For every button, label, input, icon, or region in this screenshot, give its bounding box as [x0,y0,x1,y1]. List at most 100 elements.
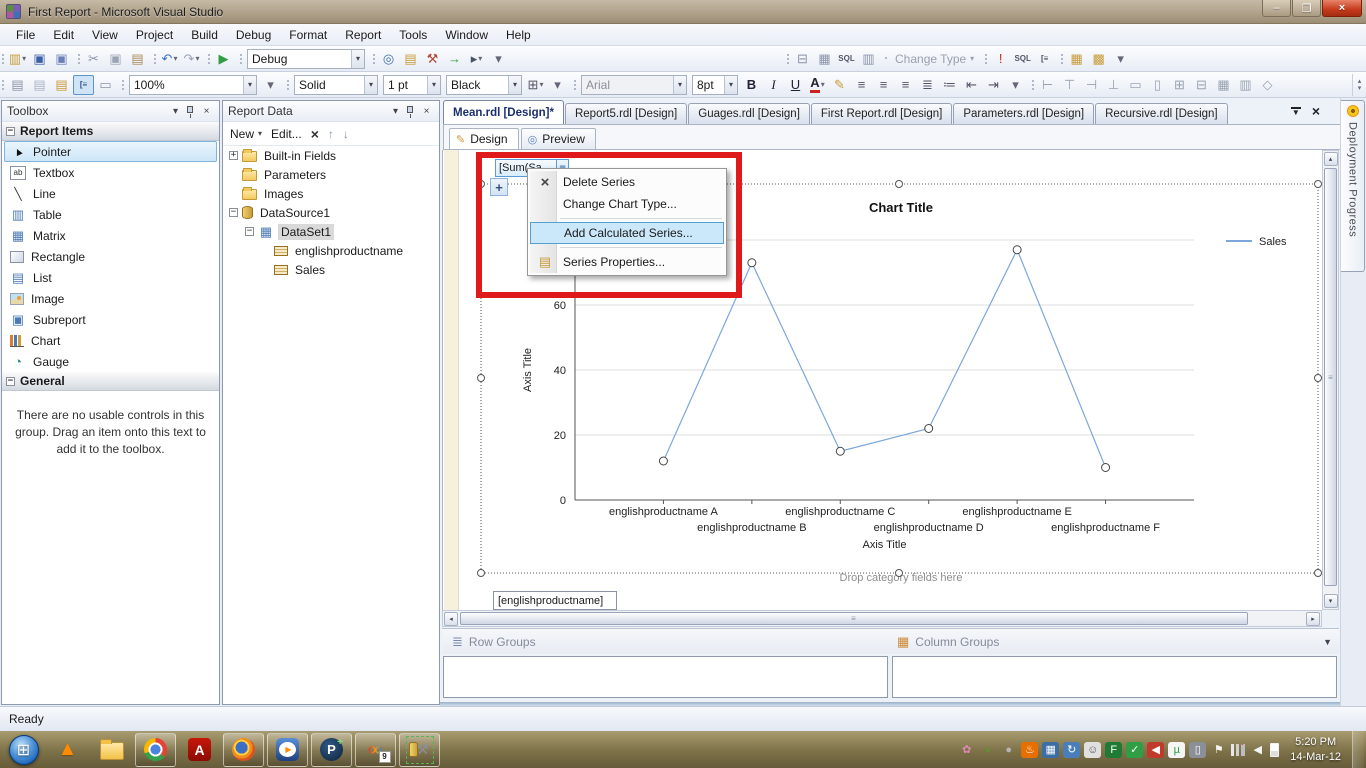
results-pane-icon[interactable]: ▥ [858,49,879,69]
align-bottoms-icon[interactable]: ▯ [1147,75,1168,95]
align-left-icon[interactable]: ≡ [851,75,872,95]
fa-tray-icon[interactable]: F [1105,742,1122,758]
underline-icon[interactable]: U [785,75,806,95]
close-panel-icon[interactable]: × [419,106,434,117]
media-player-taskbar-item[interactable] [267,733,308,767]
pidgin-tray-icon[interactable]: ✿ [958,742,975,758]
align-centers-icon[interactable]: ⊤ [1059,75,1080,95]
horizontal-scrollbar[interactable]: ◂ ≡ ▸ [442,610,1322,627]
category-field-chip[interactable]: [englishproductname] [493,591,617,610]
delete-icon[interactable]: × [311,126,319,142]
toolbox-item-table[interactable]: Table [4,204,217,225]
decrease-indent-icon[interactable]: ⇤ [961,75,982,95]
undo-icon[interactable]: ↶ [159,49,180,69]
vertical-scroll-thumb[interactable]: ≡ [1324,168,1337,586]
move-up-icon[interactable]: ↑ [328,127,334,141]
debug-target-combo-arrow[interactable]: ▾ [351,50,364,68]
firefox-taskbar-item[interactable] [223,733,264,767]
scroll-right-icon[interactable]: ▸ [1306,612,1320,626]
horizontal-spacing-icon[interactable]: ▥ [1235,75,1256,95]
redo-icon[interactable]: ↷ [181,49,202,69]
toolbox-group-report-items[interactable]: − Report Items [2,122,219,141]
grouping-toggle-icon[interactable]: [≡ [73,75,94,95]
align-center-icon[interactable]: ≡ [873,75,894,95]
usb-tray-icon[interactable]: ▯ [1189,742,1206,758]
menu-build[interactable]: Build [183,26,226,44]
border-style-combo[interactable]: Solid▾ [294,75,378,95]
toolbox-group-general[interactable]: − General [2,372,219,391]
collapse-icon[interactable]: − [6,377,15,386]
report-design-surface[interactable]: 020406080englishproductname Aenglishprod… [442,150,1322,610]
report-doc-icon[interactable]: ▤ [7,75,28,95]
move-down-icon[interactable]: ↓ [343,127,349,141]
tab-design[interactable]: ✎ Design [449,128,519,149]
toolbar-overflow-icon[interactable]: ▾ [547,75,568,95]
explorer-taskbar-item[interactable] [91,733,132,767]
menu-view[interactable]: View [84,26,126,44]
context-menu-item[interactable]: Add Calculated Series... [530,222,724,244]
toolbox-item-image[interactable]: Image [4,288,217,309]
property-pages-icon[interactable]: ▤ [51,75,72,95]
document-tab[interactable]: Guages.rdl [Design] [688,103,810,124]
borders-icon[interactable]: ⊞ [525,75,546,95]
column-groups-area[interactable] [892,656,1337,698]
pin-icon[interactable] [407,106,413,113]
border-width-combo-arrow[interactable]: ▾ [427,76,440,94]
tree-item-images[interactable]: Images [223,184,439,203]
row-groups-area[interactable] [443,656,888,698]
new-item-icon[interactable]: ▥ [7,49,28,69]
context-menu-item[interactable]: Change Chart Type... [529,193,725,215]
powerproducer-taskbar-item[interactable] [311,733,352,767]
horizontal-scroll-thumb[interactable]: ≡ [460,612,1248,625]
minimize-button[interactable]: – [1262,0,1291,17]
align-middles-icon[interactable]: ▭ [1125,75,1146,95]
tree-item-englishproductname[interactable]: englishproductname [223,241,439,260]
vertical-spacing-icon[interactable]: ◇ [1257,75,1278,95]
grouping-options-icon[interactable]: ▼ [1323,637,1332,647]
menu-project[interactable]: Project [128,26,181,44]
align-rights-icon[interactable]: ⊣ [1081,75,1102,95]
document-tab[interactable]: Recursive.rdl [Design] [1095,103,1227,124]
save-all-icon[interactable]: ▣ [51,49,72,69]
increase-indent-icon[interactable]: ⇥ [983,75,1004,95]
tree-item-dataset1[interactable]: −DataSet1 [223,222,439,241]
tree-item-sales[interactable]: Sales [223,260,439,279]
vertical-scrollbar[interactable]: ▴ ≡ ▾ [1322,150,1339,610]
maximize-button[interactable]: ❐ [1292,0,1321,17]
grid-pane-icon[interactable]: ▦ [814,49,835,69]
toolbox-item-line[interactable]: Line [4,183,217,204]
toolbar-overflow-icon[interactable]: ▾ [488,49,509,69]
change-type-button[interactable]: Change Type [890,52,979,66]
visual-studio-taskbar-item[interactable] [355,733,396,767]
add-diagram-icon[interactable]: ▩ [1088,49,1109,69]
group-by-icon[interactable]: [≡ [1034,49,1055,69]
sql-pane-icon[interactable]: SQL [836,49,857,69]
toolbox-item-textbox[interactable]: Textbox [4,162,217,183]
taskbar-clock[interactable]: 5:20 PM 14-Mar-12 [1283,735,1348,764]
messenger-tray-icon[interactable]: ☺ [1084,742,1101,758]
find-icon[interactable]: ◎ [378,49,399,69]
toolbar-overflow-icon[interactable]: ▾ [260,75,281,95]
report-tool-taskbar-item[interactable] [399,733,440,767]
tree-item-parameters[interactable]: Parameters [223,165,439,184]
document-tab[interactable]: First Report.rdl [Design] [811,103,952,124]
battery-tray-icon[interactable] [1270,743,1279,757]
close-document-icon[interactable]: × [1312,106,1320,116]
paste-icon[interactable]: ▤ [127,49,148,69]
menu-report[interactable]: Report [337,26,389,44]
ruler-toggle-icon[interactable]: ▭ [95,75,116,95]
toolbox-item-rectangle[interactable]: Rectangle [4,246,217,267]
bold-icon[interactable]: B [741,75,762,95]
pc-status-tray-icon[interactable]: ▦ [1042,742,1059,758]
app-green-tray-icon[interactable]: ● [979,742,996,758]
toolbox-item-matrix[interactable]: Matrix [4,225,217,246]
collapse-icon[interactable]: − [6,127,15,136]
active-files-dropdown-icon[interactable]: ▼ [1291,107,1301,116]
utorrent-tray-icon[interactable]: µ [1168,742,1185,758]
make-same-width-icon[interactable]: ⊞ [1169,75,1190,95]
save-icon[interactable]: ▣ [29,49,50,69]
java-tray-icon[interactable]: ♨ [1021,742,1038,758]
deploy-icon[interactable]: → [444,49,465,69]
font-name-combo-arrow[interactable]: ▾ [673,76,686,94]
menu-tools[interactable]: Tools [391,26,435,44]
